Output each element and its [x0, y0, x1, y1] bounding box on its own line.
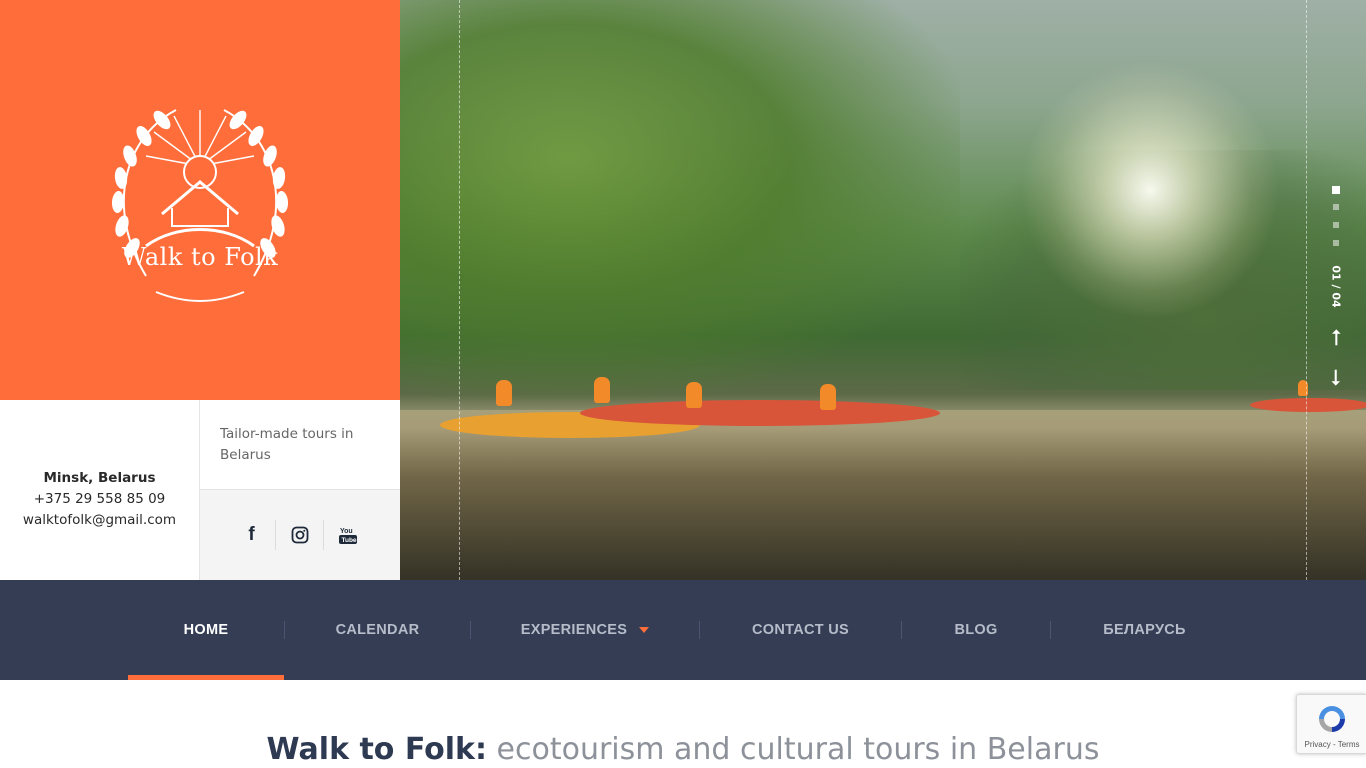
nav-blog[interactable]: BLOG	[902, 580, 1050, 680]
social-links: f You Tube	[200, 490, 400, 580]
guide-line	[459, 0, 460, 580]
nav-experiences[interactable]: EXPERIENCES	[471, 580, 699, 680]
slide-dot[interactable]	[1333, 204, 1339, 210]
slide-counter: 01 / 04	[1329, 265, 1343, 308]
logo-emblem-icon	[111, 109, 289, 302]
guide-line	[1306, 0, 1307, 580]
kayak	[580, 400, 940, 426]
nav-contact-label: CONTACT US	[752, 622, 849, 638]
nav-calendar-label: CALENDAR	[335, 622, 420, 638]
nav-contact-us[interactable]: CONTACT US	[700, 580, 901, 680]
logo-panel[interactable]: Walk to Folk	[0, 0, 400, 400]
svg-text:You: You	[340, 528, 353, 535]
youtube-link[interactable]: You Tube	[324, 520, 372, 550]
paddler	[820, 384, 836, 410]
page-title-light: ecotourism and cultural tours in Belarus	[496, 732, 1100, 767]
recaptcha-badge[interactable]: Privacy - Terms	[1296, 694, 1366, 754]
contact-phone[interactable]: +375 29 558 85 09	[0, 489, 199, 510]
nav-home-label: HOME	[183, 622, 229, 638]
paddler	[686, 382, 702, 408]
slide-dot[interactable]	[1333, 240, 1339, 246]
nav-blog-label: BLOG	[954, 622, 998, 638]
arrow-up-icon[interactable]: ⭡	[1329, 324, 1343, 354]
hero-slider[interactable]	[400, 0, 1366, 580]
nav-home[interactable]: HOME	[128, 580, 284, 680]
paddler	[496, 380, 512, 406]
page-title-strong: Walk to Folk:	[266, 732, 487, 767]
youtube-icon: You Tube	[339, 528, 357, 544]
svg-text:Tube: Tube	[342, 537, 357, 544]
facebook-link[interactable]: f	[228, 520, 276, 550]
facebook-icon: f	[248, 524, 255, 545]
nav-belarus-label: БЕЛАРУСЬ	[1103, 622, 1186, 638]
logo-wordmark: Walk to Folk	[121, 243, 279, 271]
chevron-down-icon	[639, 627, 650, 633]
instagram-link[interactable]	[276, 520, 324, 550]
nav-experiences-label: EXPERIENCES	[520, 622, 628, 638]
page-title: Walk to Folk: ecotourism and cultural to…	[0, 732, 1366, 767]
slide-dot[interactable]	[1333, 222, 1339, 228]
hero-trees-left	[400, 0, 960, 400]
hero-sun	[1020, 60, 1280, 320]
tagline: Tailor-made tours in Belarus	[200, 400, 400, 490]
nav-calendar[interactable]: CALENDAR	[285, 580, 470, 680]
nav-belarus[interactable]: БЕЛАРУСЬ	[1051, 580, 1238, 680]
instagram-icon	[291, 526, 308, 544]
main-navbar: HOME CALENDAR EXPERIENCES CONTACT US BLO…	[0, 580, 1366, 680]
slide-dot-active[interactable]	[1332, 186, 1340, 194]
contact-email[interactable]: walktofolk@gmail.com	[0, 510, 199, 531]
recaptcha-links[interactable]: Privacy - Terms	[1297, 740, 1366, 749]
contact-city: Minsk, Belarus	[43, 470, 156, 486]
arrow-down-icon[interactable]: ⭣	[1329, 364, 1343, 394]
paddler	[594, 377, 610, 403]
slider-nav: 01 / 04 ⭡ ⭣	[1328, 182, 1346, 402]
recaptcha-icon	[1319, 706, 1345, 732]
kayak	[1250, 398, 1366, 412]
contact-block: Minsk, Belarus +375 29 558 85 09 walktof…	[0, 400, 200, 580]
